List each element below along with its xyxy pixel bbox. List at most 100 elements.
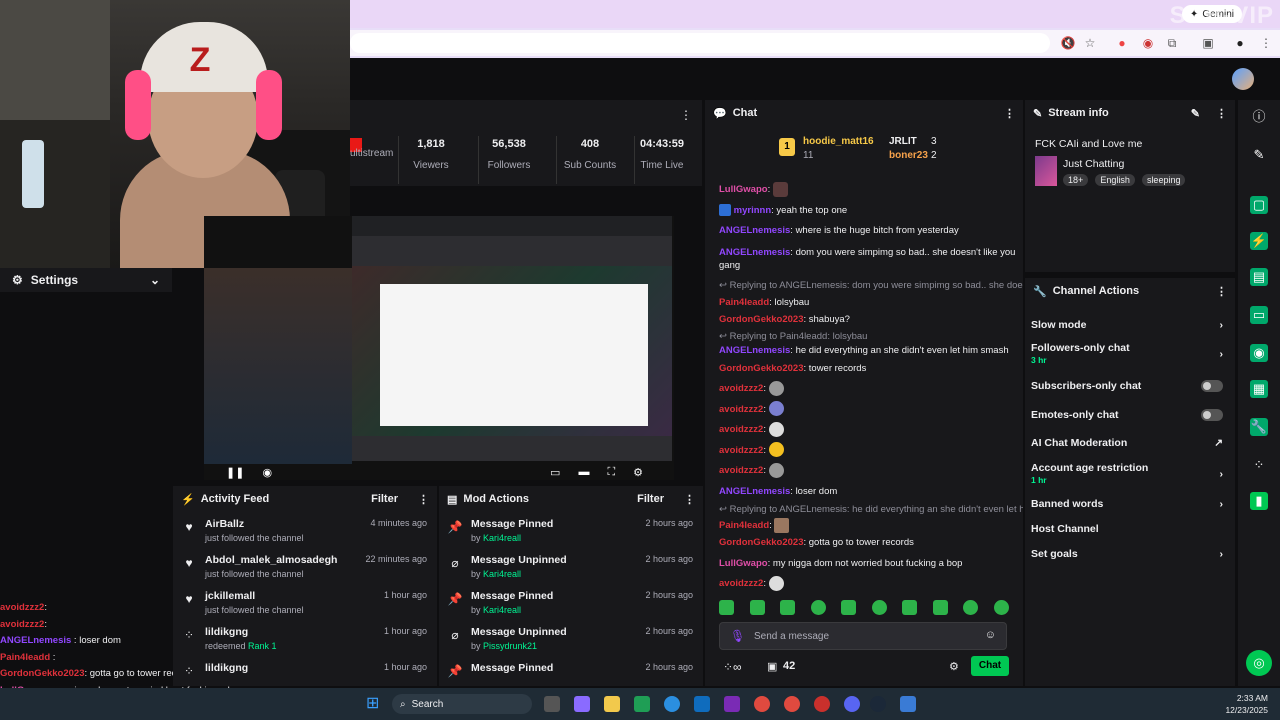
mod-action-item[interactable]: ⌀ Message Unpinned by Kari4reall 2 hours… — [439, 548, 703, 584]
chat-message[interactable]: GordonGekko2023: shabuya? — [705, 310, 1023, 331]
headset-icon[interactable]: ◎ — [1246, 650, 1272, 676]
clock[interactable]: 2:33 AM 12/23/2025 — [1225, 692, 1268, 716]
extension-icon[interactable]: ● — [1114, 35, 1130, 51]
chat-message[interactable]: ANGELnemesis: dom you were simpimg so ba… — [705, 242, 1023, 272]
task-view-icon[interactable] — [544, 696, 560, 712]
filter-button[interactable]: Filter — [371, 493, 398, 505]
fullscreen-icon[interactable]: ⛶ — [607, 466, 615, 479]
gear-icon[interactable]: ⚙ — [633, 466, 643, 479]
tag-badge[interactable]: English — [1095, 174, 1135, 186]
tag-badge[interactable]: sleeping — [1141, 174, 1186, 186]
activity-item[interactable]: ♥ Abdol_malek_almosadegh just followed t… — [173, 548, 437, 584]
chat-message[interactable]: avoidzzz2: — [705, 420, 1023, 441]
subscribers-only-toggle[interactable] — [1201, 380, 1223, 392]
clip-icon[interactable]: ▢ — [1250, 196, 1268, 214]
mod-action-item[interactable]: 📌 Message Pinned by Kari4reall 2 hours a… — [439, 584, 703, 620]
emote-icon[interactable] — [719, 600, 734, 615]
emote-icon[interactable] — [810, 600, 826, 615]
stream-category[interactable]: Just Chatting — [1063, 158, 1124, 170]
chat-message[interactable]: avoidzzz2: — [705, 400, 1023, 421]
slow-mode-row[interactable]: Slow mode › — [1025, 312, 1235, 337]
windows-start-icon[interactable]: ⊞ — [366, 696, 379, 712]
mod-action-item[interactable]: 📌 Message Pinned 2 hours ago — [439, 656, 703, 692]
pause-icon[interactable]: ❚❚ — [226, 466, 244, 479]
mod-action-item[interactable]: ⌀ Message Unpinned by Pissydrunk21 2 hou… — [439, 620, 703, 656]
menu-icon[interactable]: ⋮ — [1258, 35, 1274, 51]
emote-icon[interactable] — [993, 600, 1009, 615]
avatar[interactable] — [1232, 68, 1254, 90]
chat-message[interactable]: avoidzzz2: — [705, 441, 1023, 462]
discord-icon[interactable] — [844, 696, 860, 712]
host-channel-row[interactable]: Host Channel — [1025, 516, 1235, 541]
app-icon[interactable] — [724, 696, 740, 712]
extensions-puzzle-icon[interactable]: ⧉ — [1164, 35, 1180, 51]
account-age-row[interactable]: Account age restriction 1 hr › — [1025, 457, 1235, 491]
profile-icon[interactable]: ● — [1232, 35, 1248, 51]
tab-search-icon[interactable]: ▣ — [1200, 35, 1216, 51]
chat-message[interactable]: LullGwapo: my nigga dom not worried bout… — [705, 554, 1023, 575]
chat-message[interactable]: Pain4leadd: lolsybau — [705, 296, 1023, 310]
clipboard-icon[interactable]: ▤ — [1250, 268, 1268, 286]
store-icon[interactable] — [694, 696, 710, 712]
emotes-only-row[interactable]: Emotes-only chat — [1025, 401, 1235, 429]
chat-message[interactable]: ANGELnemesis: where is the huge bitch fr… — [705, 221, 1023, 242]
chevron-down-icon[interactable]: ⌄ — [150, 273, 160, 287]
mute-tab-icon[interactable]: 🔇 — [1060, 35, 1076, 51]
chat-icon[interactable]: ▭ — [1250, 306, 1268, 324]
followers-only-row[interactable]: Followers-only chat 3 hr › — [1025, 337, 1235, 371]
category-box-art[interactable] — [1035, 156, 1057, 186]
app-icon[interactable] — [814, 696, 830, 712]
microphone-icon[interactable]: 🎙 — [730, 629, 745, 643]
emote-icon[interactable] — [932, 600, 948, 615]
steam-icon[interactable] — [870, 696, 886, 712]
chat-message[interactable]: ANGELnemesis: he did everything an she d… — [705, 343, 1023, 359]
theatre-icon[interactable]: ▬ — [578, 466, 589, 478]
chat-message[interactable]: myrinnn: yeah the top one — [705, 201, 1023, 222]
chat-settings-gear-icon[interactable]: ⚙ — [949, 660, 959, 673]
layout-icon[interactable]: ▦ — [1250, 380, 1268, 398]
bolt-icon[interactable]: ⚡ — [1250, 232, 1268, 250]
chat-message[interactable]: LullGwapo: — [705, 180, 1023, 201]
volume-icon[interactable]: ◉ — [262, 466, 272, 479]
activity-item[interactable]: ♥ jckillemall just followed the channel … — [173, 584, 437, 620]
mod-action-item[interactable]: 📌 Message Pinned by Kari4reall 2 hours a… — [439, 512, 703, 548]
copilot-icon[interactable] — [574, 696, 590, 712]
extension-icon[interactable]: ◉ — [1140, 35, 1156, 51]
chat-message[interactable]: avoidzzz2: — [705, 379, 1023, 400]
chat-message[interactable]: ANGELnemesis: loser dom — [705, 482, 1023, 503]
chat-input[interactable]: 🎙 Send a message ☺ — [719, 622, 1007, 650]
chrome-icon[interactable] — [754, 696, 770, 712]
broadcast-icon[interactable]: ◉ — [1250, 344, 1268, 362]
settings-bar[interactable]: ⚙ Settings ⌄ — [0, 268, 172, 292]
activity-item[interactable]: ⁘ lildikgng redeemed Rank 1 1 hour ago — [173, 620, 437, 656]
ai-moderation-row[interactable]: AI Chat Moderation ↗ — [1025, 429, 1235, 457]
file-explorer-icon[interactable] — [604, 696, 620, 712]
info-icon[interactable]: ⓘ — [1250, 108, 1268, 126]
activity-item[interactable]: ♥ AirBallz just followed the channel 4 m… — [173, 512, 437, 548]
banned-words-row[interactable]: Banned words › — [1025, 491, 1235, 516]
emote-picker-icon[interactable]: ☺ — [985, 629, 996, 641]
chat-message[interactable]: avoidzzz2: — [705, 461, 1023, 482]
chat-send-button[interactable]: Chat — [971, 656, 1009, 676]
subscribers-only-row[interactable]: Subscribers-only chat — [1025, 371, 1235, 401]
bookmark-star-icon[interactable]: ☆ — [1082, 35, 1098, 51]
stream-preview-player[interactable]: ❚❚ ◉ ▭ ▬ ⛶ ⚙ — [204, 216, 674, 480]
url-field[interactable] — [350, 33, 1050, 53]
taskbar-search[interactable]: ⌕ Search — [392, 694, 532, 714]
emote-icon[interactable] — [963, 600, 979, 615]
emote-icon[interactable] — [780, 600, 796, 615]
emotes-only-toggle[interactable] — [1201, 409, 1223, 421]
chrome-icon[interactable] — [784, 696, 800, 712]
tag-badge[interactable]: 18+ — [1063, 174, 1089, 186]
emote-icon[interactable] — [841, 600, 857, 615]
chat-message[interactable]: Pain4leadd: — [705, 518, 1023, 533]
more-options-icon[interactable]: ⋮ — [680, 108, 692, 122]
pencil-icon[interactable]: ✎ — [1250, 146, 1268, 164]
edge-icon[interactable] — [664, 696, 680, 712]
excel-icon[interactable] — [634, 696, 650, 712]
activity-item[interactable]: ⁘ lildikgng 1 hour ago — [173, 656, 437, 692]
more-options-icon[interactable]: ⋮ — [1004, 107, 1015, 120]
more-options-icon[interactable]: ⋮ — [1216, 285, 1227, 298]
more-options-icon[interactable]: ⋮ — [1216, 107, 1227, 120]
chat-message[interactable]: avoidzzz2: — [705, 574, 1023, 595]
